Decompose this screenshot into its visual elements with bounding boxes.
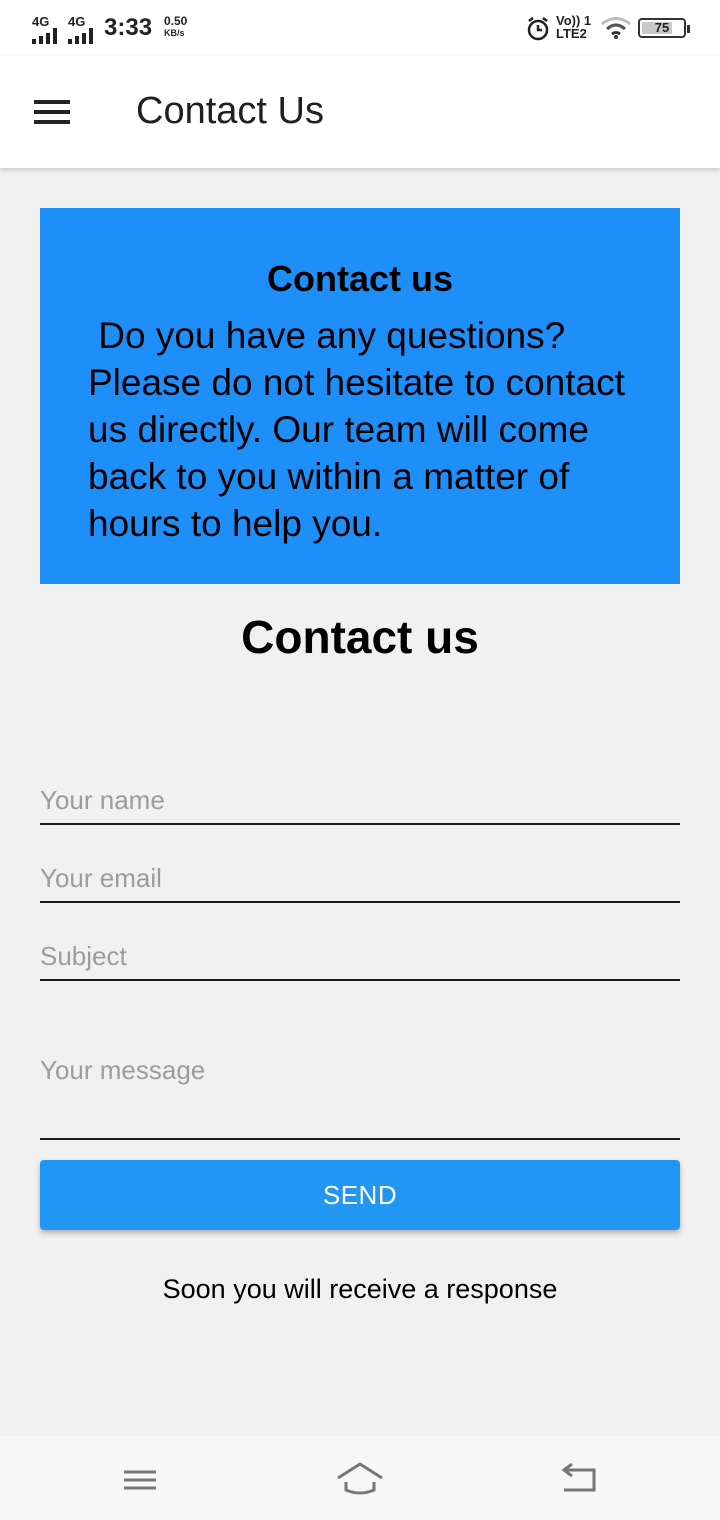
- network-speed-unit: KB/s: [164, 28, 185, 38]
- info-card-body: Do you have any questions? Please do not…: [88, 315, 636, 544]
- message-input[interactable]: [40, 1052, 680, 1140]
- status-time: 3:33: [104, 14, 153, 41]
- status-bar: 4G 4G 3:33 0.50 KB/s Vo)) 1 LTE2 75: [0, 0, 720, 56]
- subject-input[interactable]: [40, 934, 680, 981]
- network-speed-value: 0.50: [164, 14, 188, 28]
- back-icon[interactable]: [550, 1454, 610, 1502]
- battery-icon: 75: [638, 18, 690, 38]
- name-input[interactable]: [40, 778, 680, 825]
- home-icon[interactable]: [330, 1454, 390, 1502]
- network-speed: 0.50 KB/s: [164, 15, 187, 39]
- wifi-icon: [601, 17, 631, 39]
- send-button[interactable]: SEND: [40, 1160, 680, 1230]
- menu-icon[interactable]: [24, 84, 80, 140]
- email-input[interactable]: [40, 856, 680, 903]
- battery-level: 75: [654, 20, 670, 35]
- page-title: Contact Us: [136, 90, 324, 132]
- contact-info-card: Contact us Do you have any questions? Pl…: [40, 208, 680, 584]
- response-note: Soon you will receive a response: [162, 1274, 558, 1304]
- alarm-icon: [527, 17, 549, 41]
- app-bar: Contact Us: [0, 56, 720, 168]
- form-heading: Contact us: [241, 611, 479, 663]
- system-nav-bar: [0, 1436, 720, 1520]
- recent-apps-icon[interactable]: [110, 1454, 170, 1502]
- sim1-network-label: 4G: [32, 14, 50, 29]
- sim2-network-label: 4G: [68, 14, 86, 29]
- volte-line2: LTE2: [556, 26, 587, 41]
- info-card-title: Contact us: [266, 258, 453, 299]
- volte-indicator: Vo)) 1 LTE2: [556, 14, 591, 40]
